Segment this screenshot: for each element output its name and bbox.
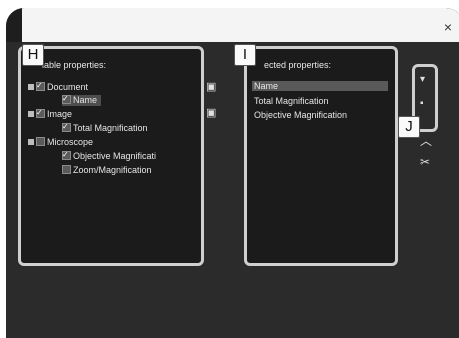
callout-j: J: [398, 116, 420, 138]
properties-dialog: × lable properties: Document Name Image …: [6, 8, 459, 338]
callout-h: H: [22, 44, 44, 66]
chevron-up-icon[interactable]: ︿: [420, 132, 432, 149]
selected-properties-highlight: [244, 46, 398, 266]
title-bar-edge: [6, 8, 22, 42]
callout-i: I: [234, 44, 256, 66]
add-icon[interactable]: ▣: [206, 80, 216, 93]
available-properties-highlight: [18, 46, 204, 266]
clear-icon[interactable]: ✂: [420, 155, 430, 169]
remove-icon[interactable]: ▣: [206, 106, 216, 119]
close-icon[interactable]: ×: [444, 20, 452, 34]
